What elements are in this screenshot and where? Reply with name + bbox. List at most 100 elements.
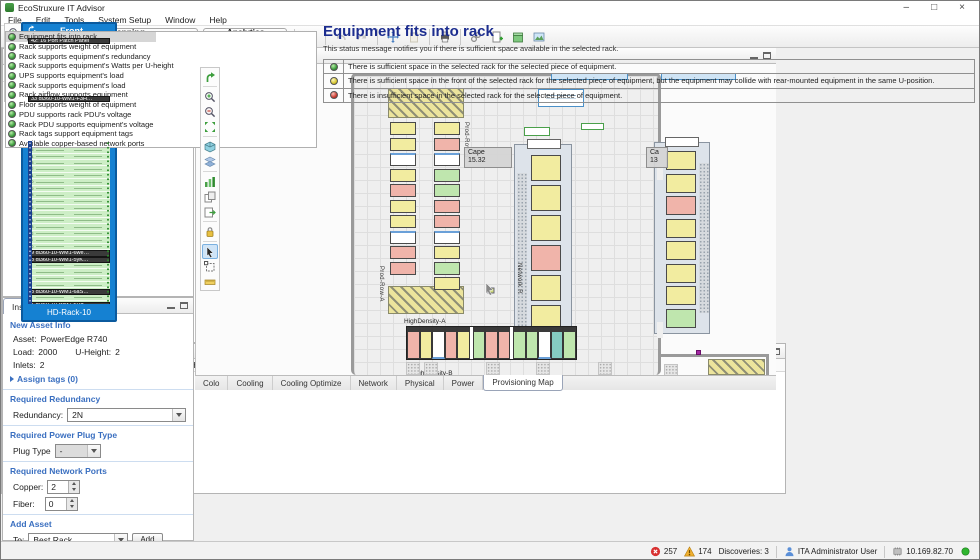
columns-tool-button[interactable]: [202, 174, 218, 189]
check-item-rack-supports-equipment-s-load[interactable]: Rack supports equipment's load: [6, 80, 316, 90]
rack-equipment[interactable]: 3 dl360-10-WM1-6aS…: [28, 289, 110, 295]
asset-label: Asset:: [13, 334, 37, 344]
assign-tags-toggle[interactable]: Assign tags (0): [3, 371, 193, 387]
check-item-pdu-supports-rack-pdu-s-voltage[interactable]: PDU supports rack PDU's voltage: [6, 110, 316, 120]
rack-rail-left: [28, 141, 32, 304]
fiber-label: Fiber:: [13, 499, 35, 509]
status-sphere-icon: [330, 91, 338, 99]
check-item-rack-supports-equipment-s-redundancy[interactable]: Rack supports equipment's redundancy: [6, 51, 316, 61]
status-sphere-icon: [8, 52, 16, 60]
minimize-button[interactable]: –: [904, 2, 910, 13]
polygon-icon: [204, 261, 216, 273]
layer-tab-cooling[interactable]: Cooling: [228, 376, 272, 390]
statusbar-label: 257: [664, 547, 677, 556]
capacity-tooltip: Ca13: [646, 147, 668, 168]
copy-tool-button[interactable]: [202, 189, 218, 204]
copper-stepper[interactable]: 2: [47, 480, 80, 494]
stepper-arrows[interactable]: [66, 498, 77, 510]
map-toolbar: [200, 67, 220, 291]
section-heading: Required Power Plug Type: [3, 428, 193, 442]
maximize-panel-icon[interactable]: [180, 302, 188, 309]
legend-row: There is insufficient space in the selec…: [324, 88, 974, 102]
required-redundancy-section: Required Redundancy Redundancy: 2N: [3, 389, 193, 425]
check-item-ups-supports-equipment-s-load[interactable]: UPS supports equipment's load: [6, 71, 316, 81]
cube-tool-button[interactable]: [202, 139, 218, 154]
check-item-rack-tags-support-equipment-tags[interactable]: Rack tags support equipment tags: [6, 129, 316, 139]
section-heading: Add Asset: [3, 517, 193, 531]
status-sphere-icon: [8, 91, 16, 99]
polygon-tool-button[interactable]: [202, 259, 218, 274]
chip-icon: [892, 546, 903, 557]
statusbar-green-dot: [960, 546, 971, 557]
statusbar-error[interactable]: 257: [650, 546, 677, 557]
back-tool-button[interactable]: [202, 69, 218, 84]
maximize-button[interactable]: □: [931, 2, 937, 13]
cursor-tool-button[interactable]: [202, 244, 218, 259]
check-item-available-copper-based-network-ports[interactable]: Available copper-based network ports: [6, 139, 316, 148]
status-sphere-icon: [8, 130, 16, 138]
uheight-label: U-Height:: [75, 347, 111, 357]
legend-icon-cell: [324, 74, 344, 87]
lock-tool-button[interactable]: [202, 224, 218, 239]
check-item-label: Rack tags support equipment tags: [19, 129, 133, 138]
minimize-panel-icon[interactable]: [167, 302, 175, 309]
installation-requirements-panel: Installation Requirements New Asset Info…: [2, 297, 194, 541]
check-item-label: Rack PDU supports equipment's voltage: [19, 120, 153, 129]
check-detail-description: This status message notifies you if ther…: [323, 44, 975, 53]
check-detail-panel: Equipment fits into rack This status mes…: [323, 23, 975, 557]
copper-label: Copper:: [13, 482, 43, 492]
legend-icon-cell: [324, 60, 344, 73]
rack-equipment[interactable]: 42: 16 Port Patch Panel: [28, 38, 110, 44]
rack-equipment[interactable]: 1 dl360-10-WM1-5Rd…: [28, 302, 110, 304]
toolbar-separator: [203, 221, 217, 222]
status-sphere-icon: [8, 120, 16, 128]
check-item-rack-pdu-supports-equipment-s-voltage[interactable]: Rack PDU supports equipment's voltage: [6, 119, 316, 129]
check-item-label: PDU supports rack PDU's voltage: [19, 110, 131, 119]
green-dot-icon: [960, 546, 971, 557]
statusbar-label: 10.169.82.70: [906, 547, 953, 556]
window-title: EcoStruxure IT Advisor: [18, 3, 105, 13]
status-sphere-icon: [8, 101, 16, 109]
back-icon: [204, 71, 216, 83]
statusbar-discoveries-3[interactable]: Discoveries: 3: [719, 547, 769, 556]
uheight-value: 2: [115, 347, 120, 357]
new-asset-info-section: New Asset Info Asset:PowerEdge R740 Load…: [3, 316, 193, 389]
redundancy-select[interactable]: 2N: [67, 408, 186, 422]
fit-tool-button[interactable]: [202, 119, 218, 134]
menu-item-help[interactable]: Help: [202, 15, 233, 25]
toolbar-separator: [203, 86, 217, 87]
status-sphere-icon: [8, 43, 16, 51]
fiber-stepper[interactable]: 0: [45, 497, 78, 511]
check-detail-heading: Equipment fits into rack: [323, 23, 975, 40]
section-heading: Required Redundancy: [3, 392, 193, 406]
check-item-label: Rack supports equipment's redundancy: [19, 52, 151, 61]
export-tool-button[interactable]: [202, 204, 218, 219]
rack-equipment[interactable]: 33 dl360-10-WM1-F3H…: [28, 96, 110, 102]
ruler-tool-button[interactable]: [202, 274, 218, 289]
zoom-in-tool-button[interactable]: [202, 89, 218, 104]
legend-row: There is sufficient space in the selecte…: [324, 60, 974, 73]
status-sphere-icon: [8, 110, 16, 118]
rack-equipment[interactable]: 8 dl360-10-WM1-5yK…: [28, 257, 110, 263]
layers-tool-button[interactable]: [202, 154, 218, 169]
close-button[interactable]: ×: [959, 2, 965, 13]
toolbar-separator: [203, 136, 217, 137]
statusbar-warning[interactable]: 174: [684, 546, 711, 557]
warning-icon: [684, 546, 695, 557]
check-item-rack-supports-equipment-s-watts-per-u-height[interactable]: Rack supports equipment's Watts per U-he…: [6, 61, 316, 71]
layer-tab-colo[interactable]: Colo: [195, 376, 228, 390]
check-item-label: Available copper-based network ports: [19, 139, 144, 148]
zoom-out-tool-button[interactable]: [202, 104, 218, 119]
provisioning-checklist: Equipment fits into rackRack supports we…: [5, 31, 317, 148]
rack-rail-right: [106, 141, 110, 304]
zoom-in-icon: [204, 91, 216, 103]
plug-type-select[interactable]: -: [55, 444, 101, 458]
app-icon: [5, 3, 14, 12]
toolbar-separator: [203, 241, 217, 242]
section-heading: Required Network Ports: [3, 464, 193, 478]
menu-item-window[interactable]: Window: [158, 15, 202, 25]
load-value: 2000: [38, 347, 57, 357]
legend-text: There is sufficient space in the front o…: [344, 74, 938, 87]
asset-value: PowerEdge R740: [41, 334, 108, 344]
stepper-arrows[interactable]: [68, 481, 79, 493]
